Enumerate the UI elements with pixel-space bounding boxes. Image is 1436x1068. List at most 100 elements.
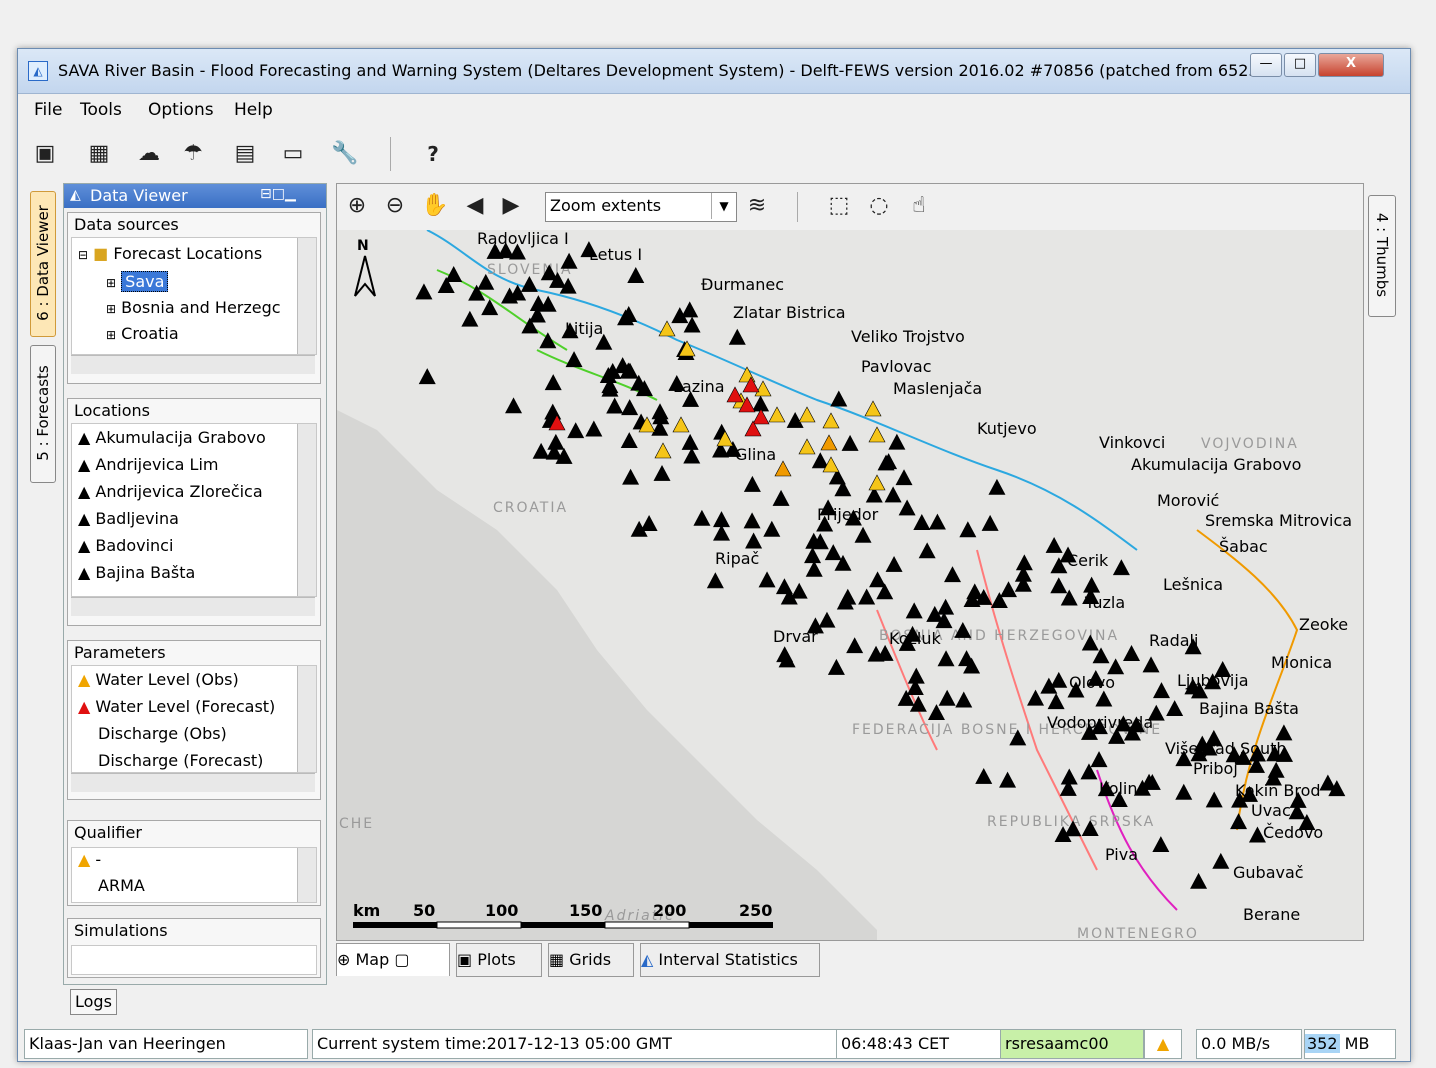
data-viewer-title: Data Viewer	[90, 186, 188, 205]
tab-forecasts[interactable]: 5 : Forecasts	[30, 345, 56, 483]
explorer-icon[interactable]: ▣	[30, 139, 60, 169]
simulations-list[interactable]	[71, 945, 317, 975]
station-label: Priboj	[1193, 759, 1238, 778]
station-label: Ljubovija	[1177, 671, 1249, 690]
parameter-item[interactable]: Discharge (Obs)	[98, 724, 227, 743]
window-icon: ▢	[394, 950, 410, 969]
location-item[interactable]: ▲ Bajina Bašta	[78, 563, 195, 582]
zoom-next-icon[interactable]: ▶	[497, 192, 525, 220]
tree-node-forecast-locations[interactable]: ⊟ ■ Forecast Locations	[78, 244, 262, 263]
map-panel[interactable]: ⊕ ⊖ ✋ ◀ ▶ Zoom extents ▼ ≋ ⬚ ◌ ☝ SLOVENI…	[336, 183, 1364, 941]
scale-tick: 50	[413, 901, 435, 920]
wrench-icon[interactable]: 🔧	[330, 139, 360, 169]
parameters-list[interactable]: ▲ Water Level (Obs) ▲ Water Level (Forec…	[71, 665, 317, 773]
zoom-previous-icon[interactable]: ◀	[461, 192, 489, 220]
menu-tools[interactable]: Tools	[80, 100, 122, 120]
status-transfer-rate: 0.0 MB/s	[1196, 1029, 1302, 1059]
close-button[interactable]: X	[1318, 53, 1384, 77]
tab-map[interactable]: ⊕ Map ▢	[336, 943, 450, 976]
parameter-item[interactable]: Discharge (Forecast)	[98, 751, 263, 770]
tree-node-sava[interactable]: ⊞ Sava	[106, 271, 169, 292]
station-label: Glina	[735, 445, 776, 464]
parameters-hscroll[interactable]	[71, 773, 315, 792]
menu-options[interactable]: Options	[148, 100, 214, 120]
qualifier-item[interactable]: ARMA	[98, 876, 145, 895]
station-label: Vodoprivreda	[1047, 713, 1153, 732]
pan-hand-icon[interactable]: ✋	[421, 192, 449, 220]
qualifier-vscroll[interactable]	[297, 848, 316, 902]
station-label: Piva	[1105, 845, 1138, 864]
data-viewer-panel: ◭ Data Viewer ⊟□▁ Data sources ⊟ ■ Forec…	[63, 183, 327, 985]
locations-label: Locations	[74, 401, 151, 420]
zoom-in-icon[interactable]: ⊕	[343, 192, 371, 220]
parameters-label: Parameters	[74, 643, 166, 662]
zoom-out-icon[interactable]: ⊖	[381, 192, 409, 220]
station-label: Kokin Brod	[1235, 781, 1321, 800]
tab-thumbs[interactable]: 4 : Thumbs	[1368, 195, 1396, 317]
qualifier-group: Qualifier ▲ - ARMA	[67, 820, 321, 906]
locations-group: Locations ▲ Akumulacija Grabovo ▲ Andrij…	[67, 398, 321, 626]
location-item[interactable]: ▲ Badljevina	[78, 509, 179, 528]
main-toolbar: ▣ ▦ ☁ ☂ ▤ ▭ 🔧 ?	[18, 131, 1410, 177]
station-label: Čedovo	[1263, 823, 1323, 842]
data-sources-tree[interactable]: ⊟ ■ Forecast Locations ⊞ Sava ⊞ Bosnia a…	[71, 237, 317, 355]
report-icon[interactable]: ▭	[278, 139, 308, 169]
forecast-icon[interactable]: ☂	[178, 139, 208, 169]
pointer-select-icon[interactable]: ☝	[905, 192, 933, 220]
logs-button[interactable]: Logs	[70, 989, 117, 1015]
minimize-button[interactable]: —	[1250, 53, 1282, 77]
station-label: Letus I	[589, 245, 642, 264]
parameter-item[interactable]: ▲ Water Level (Forecast)	[78, 697, 275, 716]
status-user: Klaas-Jan van Heeringen	[24, 1029, 308, 1059]
qualifier-list[interactable]: ▲ - ARMA	[71, 847, 317, 903]
data-sources-vscroll[interactable]	[297, 238, 316, 354]
display-icon[interactable]: ▤	[230, 139, 260, 169]
grid-icon[interactable]: ▦	[84, 139, 114, 169]
menu-help[interactable]: Help	[234, 100, 273, 120]
maximize-button[interactable]: □	[1284, 53, 1316, 77]
qualifier-item[interactable]: ▲ -	[78, 850, 101, 869]
lasso-select-icon[interactable]: ◌	[865, 192, 893, 220]
station-label: Šabac	[1219, 537, 1268, 556]
location-item[interactable]: ▲ Andrijevica Zlorečica	[78, 482, 263, 501]
location-item[interactable]: ▲ Andrijevica Lim	[78, 455, 219, 474]
parameter-item[interactable]: ▲ Water Level (Obs)	[78, 670, 239, 689]
station-label: Tuzla	[1084, 593, 1125, 612]
tab-plots[interactable]: ▣ Plots	[456, 943, 542, 977]
status-memory[interactable]: 352 MB	[1304, 1029, 1396, 1059]
tab-grids[interactable]: ▦ Grids	[548, 943, 634, 977]
tab-forecasts-label: 5 : Forecasts	[34, 365, 52, 461]
locations-vscroll[interactable]	[297, 424, 316, 596]
tab-interval-statistics[interactable]: ◭ Interval Statistics	[640, 943, 820, 977]
warning-icon[interactable]: ▲	[1144, 1029, 1182, 1059]
zoom-select[interactable]: Zoom extents ▼	[545, 192, 737, 222]
rectangle-select-icon[interactable]: ⬚	[825, 192, 853, 220]
scale-tick: 100	[485, 901, 518, 920]
location-item[interactable]: ▲ Akumulacija Grabovo	[78, 428, 266, 447]
region-label: CROATIA	[493, 500, 568, 516]
weather-icon[interactable]: ☁	[134, 139, 164, 169]
globe-icon: ⊕	[337, 950, 356, 969]
help-button[interactable]: ?	[418, 139, 448, 169]
tab-thumbs-label: 4 : Thumbs	[1373, 212, 1391, 298]
map-canvas[interactable]: SLOVENIA CROATIA BOSNIA AND HERZEGOVINA …	[337, 230, 1363, 940]
parameters-vscroll[interactable]	[297, 666, 316, 772]
station-label: Zeoke	[1299, 615, 1348, 634]
locations-hscroll[interactable]	[71, 597, 315, 616]
tab-data-viewer[interactable]: 6 : Data Viewer	[30, 191, 56, 337]
menu-bar: File Tools Options Help	[18, 94, 1410, 128]
scale-tick: 200	[653, 901, 686, 920]
tree-node-croatia[interactable]: ⊞ Croatia	[106, 324, 179, 343]
data-sources-group: Data sources ⊟ ■ Forecast Locations ⊞ Sa…	[67, 212, 321, 384]
station-label: Akumulacija Grabovo	[1131, 455, 1301, 474]
tree-node-bosnia[interactable]: ⊞ Bosnia and Herzegc	[106, 298, 281, 317]
layers-icon[interactable]: ≋	[743, 192, 771, 220]
chevron-down-icon[interactable]: ▼	[711, 193, 736, 219]
alarm-icon: ▲	[78, 697, 91, 716]
data-sources-hscroll[interactable]	[71, 355, 315, 374]
locations-list[interactable]: ▲ Akumulacija Grabovo ▲ Andrijevica Lim …	[71, 423, 317, 597]
menu-file[interactable]: File	[34, 100, 62, 120]
simulations-label: Simulations	[74, 921, 168, 940]
panel-window-controls-icon[interactable]: ⊟□▁	[260, 186, 296, 202]
location-item[interactable]: ▲ Badovinci	[78, 536, 173, 555]
